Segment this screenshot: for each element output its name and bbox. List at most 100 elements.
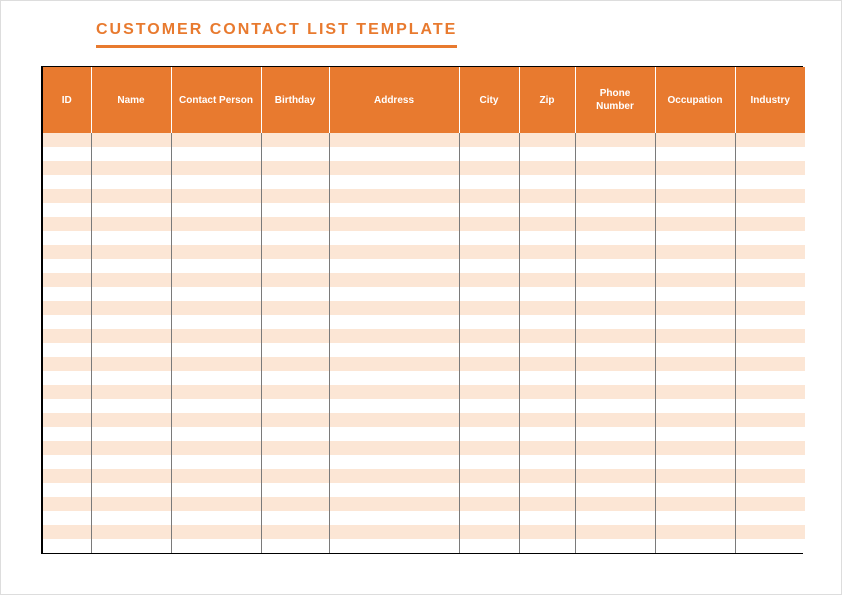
cell-occupation[interactable] bbox=[655, 399, 735, 413]
cell-id[interactable] bbox=[43, 259, 91, 273]
cell-contact_person[interactable] bbox=[171, 231, 261, 245]
cell-name[interactable] bbox=[91, 441, 171, 455]
cell-industry[interactable] bbox=[735, 329, 805, 343]
cell-birthday[interactable] bbox=[261, 511, 329, 525]
cell-name[interactable] bbox=[91, 175, 171, 189]
cell-occupation[interactable] bbox=[655, 469, 735, 483]
cell-phone[interactable] bbox=[575, 217, 655, 231]
cell-id[interactable] bbox=[43, 315, 91, 329]
cell-contact_person[interactable] bbox=[171, 427, 261, 441]
cell-id[interactable] bbox=[43, 161, 91, 175]
cell-id[interactable] bbox=[43, 399, 91, 413]
cell-industry[interactable] bbox=[735, 217, 805, 231]
cell-address[interactable] bbox=[329, 133, 459, 147]
cell-zip[interactable] bbox=[519, 469, 575, 483]
cell-address[interactable] bbox=[329, 315, 459, 329]
cell-city[interactable] bbox=[459, 357, 519, 371]
cell-contact_person[interactable] bbox=[171, 399, 261, 413]
cell-phone[interactable] bbox=[575, 539, 655, 553]
cell-industry[interactable] bbox=[735, 385, 805, 399]
cell-contact_person[interactable] bbox=[171, 273, 261, 287]
cell-occupation[interactable] bbox=[655, 301, 735, 315]
cell-id[interactable] bbox=[43, 147, 91, 161]
cell-city[interactable] bbox=[459, 301, 519, 315]
cell-phone[interactable] bbox=[575, 483, 655, 497]
cell-id[interactable] bbox=[43, 189, 91, 203]
cell-occupation[interactable] bbox=[655, 427, 735, 441]
cell-id[interactable] bbox=[43, 483, 91, 497]
cell-occupation[interactable] bbox=[655, 511, 735, 525]
cell-phone[interactable] bbox=[575, 399, 655, 413]
cell-zip[interactable] bbox=[519, 147, 575, 161]
cell-phone[interactable] bbox=[575, 273, 655, 287]
cell-zip[interactable] bbox=[519, 175, 575, 189]
cell-address[interactable] bbox=[329, 441, 459, 455]
cell-city[interactable] bbox=[459, 315, 519, 329]
cell-city[interactable] bbox=[459, 385, 519, 399]
cell-address[interactable] bbox=[329, 245, 459, 259]
cell-address[interactable] bbox=[329, 203, 459, 217]
cell-name[interactable] bbox=[91, 287, 171, 301]
cell-address[interactable] bbox=[329, 217, 459, 231]
cell-phone[interactable] bbox=[575, 203, 655, 217]
cell-id[interactable] bbox=[43, 385, 91, 399]
cell-address[interactable] bbox=[329, 231, 459, 245]
cell-birthday[interactable] bbox=[261, 175, 329, 189]
cell-city[interactable] bbox=[459, 147, 519, 161]
cell-occupation[interactable] bbox=[655, 287, 735, 301]
cell-contact_person[interactable] bbox=[171, 413, 261, 427]
cell-city[interactable] bbox=[459, 245, 519, 259]
cell-address[interactable] bbox=[329, 413, 459, 427]
cell-name[interactable] bbox=[91, 427, 171, 441]
cell-birthday[interactable] bbox=[261, 287, 329, 301]
cell-name[interactable] bbox=[91, 189, 171, 203]
cell-birthday[interactable] bbox=[261, 441, 329, 455]
cell-occupation[interactable] bbox=[655, 175, 735, 189]
cell-zip[interactable] bbox=[519, 497, 575, 511]
cell-zip[interactable] bbox=[519, 427, 575, 441]
cell-industry[interactable] bbox=[735, 189, 805, 203]
cell-name[interactable] bbox=[91, 469, 171, 483]
cell-industry[interactable] bbox=[735, 175, 805, 189]
cell-industry[interactable] bbox=[735, 441, 805, 455]
cell-city[interactable] bbox=[459, 217, 519, 231]
cell-contact_person[interactable] bbox=[171, 483, 261, 497]
cell-address[interactable] bbox=[329, 525, 459, 539]
cell-industry[interactable] bbox=[735, 455, 805, 469]
cell-name[interactable] bbox=[91, 245, 171, 259]
cell-city[interactable] bbox=[459, 133, 519, 147]
cell-industry[interactable] bbox=[735, 357, 805, 371]
cell-zip[interactable] bbox=[519, 245, 575, 259]
cell-city[interactable] bbox=[459, 189, 519, 203]
cell-birthday[interactable] bbox=[261, 161, 329, 175]
cell-birthday[interactable] bbox=[261, 301, 329, 315]
cell-phone[interactable] bbox=[575, 371, 655, 385]
cell-contact_person[interactable] bbox=[171, 371, 261, 385]
cell-zip[interactable] bbox=[519, 441, 575, 455]
cell-name[interactable] bbox=[91, 511, 171, 525]
cell-phone[interactable] bbox=[575, 259, 655, 273]
cell-phone[interactable] bbox=[575, 315, 655, 329]
cell-id[interactable] bbox=[43, 217, 91, 231]
cell-occupation[interactable] bbox=[655, 259, 735, 273]
cell-industry[interactable] bbox=[735, 133, 805, 147]
cell-industry[interactable] bbox=[735, 245, 805, 259]
cell-birthday[interactable] bbox=[261, 315, 329, 329]
cell-address[interactable] bbox=[329, 497, 459, 511]
cell-industry[interactable] bbox=[735, 483, 805, 497]
cell-zip[interactable] bbox=[519, 161, 575, 175]
cell-address[interactable] bbox=[329, 539, 459, 553]
cell-city[interactable] bbox=[459, 441, 519, 455]
cell-industry[interactable] bbox=[735, 399, 805, 413]
cell-contact_person[interactable] bbox=[171, 161, 261, 175]
cell-id[interactable] bbox=[43, 357, 91, 371]
cell-industry[interactable] bbox=[735, 147, 805, 161]
cell-contact_person[interactable] bbox=[171, 315, 261, 329]
cell-occupation[interactable] bbox=[655, 245, 735, 259]
cell-contact_person[interactable] bbox=[171, 203, 261, 217]
cell-address[interactable] bbox=[329, 161, 459, 175]
cell-birthday[interactable] bbox=[261, 469, 329, 483]
cell-contact_person[interactable] bbox=[171, 539, 261, 553]
cell-phone[interactable] bbox=[575, 497, 655, 511]
cell-occupation[interactable] bbox=[655, 413, 735, 427]
